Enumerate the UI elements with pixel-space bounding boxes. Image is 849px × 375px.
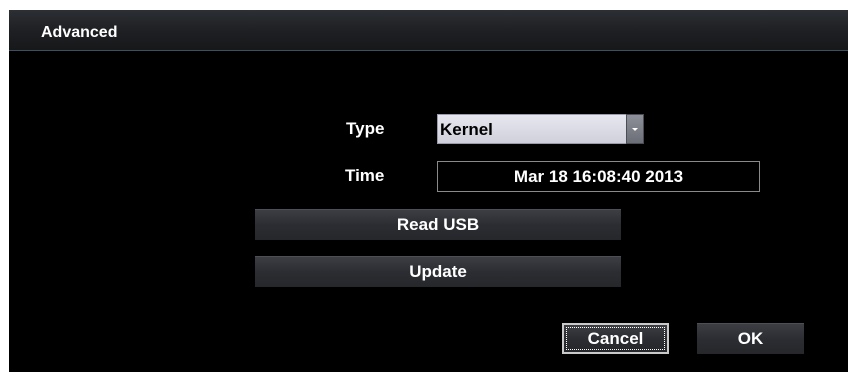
- time-field: Mar 18 16:08:40 2013: [437, 161, 760, 192]
- read-usb-button[interactable]: Read USB: [255, 209, 621, 240]
- type-select-value: Kernel: [440, 120, 493, 139]
- time-label: Time: [345, 166, 385, 185]
- update-button[interactable]: Update: [255, 256, 621, 287]
- dialog-titlebar: Advanced: [9, 10, 848, 51]
- time-value: Mar 18 16:08:40 2013: [513, 167, 684, 186]
- type-label: Type: [346, 119, 385, 138]
- ok-button[interactable]: OK: [697, 323, 804, 354]
- advanced-dialog: Advanced Type Kernel Time Mar 18 16:08:4…: [9, 10, 848, 372]
- dialog-title: Advanced: [41, 24, 118, 41]
- chevron-down-icon: [632, 128, 638, 131]
- cancel-button[interactable]: Cancel: [562, 323, 669, 354]
- type-select[interactable]: Kernel: [437, 114, 627, 144]
- type-dropdown-button[interactable]: [626, 114, 644, 144]
